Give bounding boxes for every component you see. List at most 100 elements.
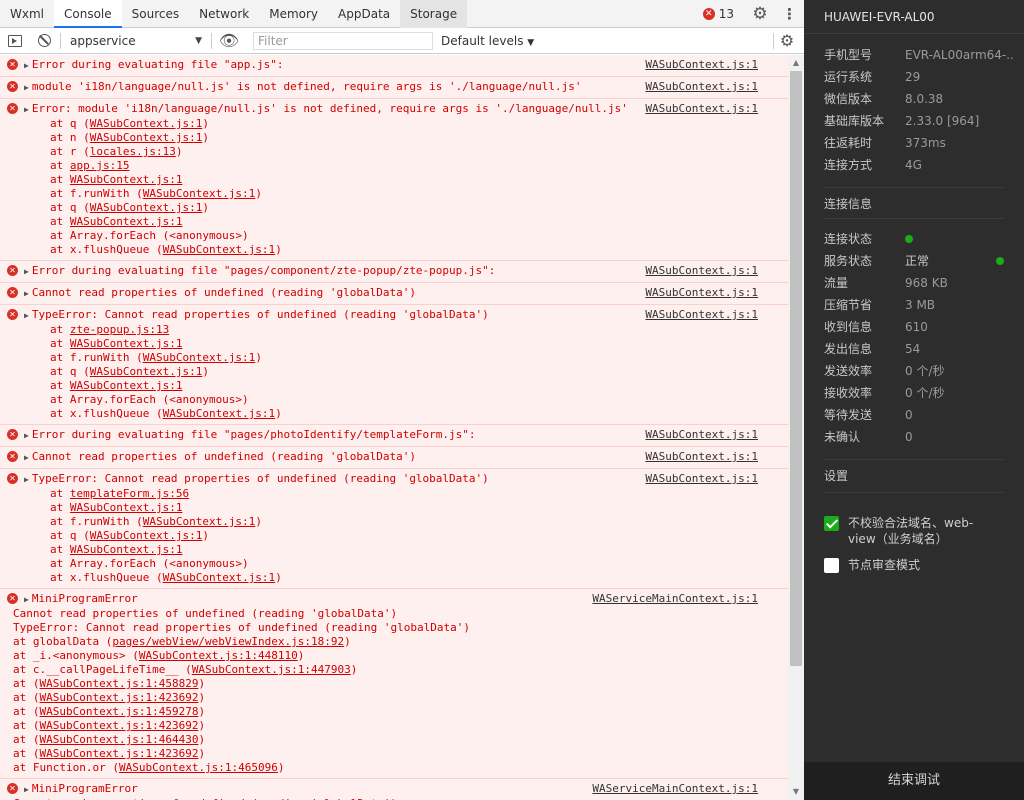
- expand-triangle-icon[interactable]: ▶: [24, 785, 29, 794]
- checkbox-checked[interactable]: [824, 516, 839, 531]
- source-link[interactable]: WASubContext.js:1: [90, 529, 203, 542]
- checkbox-unchecked[interactable]: [824, 558, 839, 573]
- info-key: 发送效率: [824, 364, 873, 378]
- scroll-up-arrow-icon[interactable]: ▲: [788, 55, 804, 71]
- console-error-entry[interactable]: ✕ ▶ Error during evaluating file "pages/co…: [0, 261, 788, 283]
- stack-trace: at templateForm.js:56 at WASubContext.js:…: [24, 487, 742, 585]
- expand-triangle-icon[interactable]: ▶: [24, 453, 29, 462]
- error-icon: ✕: [7, 783, 18, 794]
- console-error-entry[interactable]: ✕ ▶ Cannot read properties of undefined (r…: [0, 447, 788, 469]
- console-error-entry[interactable]: ✕ ▶ Error during evaluating file "app.js":…: [0, 55, 788, 77]
- console-error-entry[interactable]: ✕ ▶ Cannot read properties of undefined (r…: [0, 283, 788, 305]
- console-error-entry[interactable]: ✕ ▶ TypeError: Cannot read properties of u…: [0, 469, 788, 589]
- error-source-link[interactable]: WASubContext.js:1: [645, 102, 758, 116]
- info-key: 压缩节省: [824, 298, 873, 312]
- error-source-link[interactable]: WASubContext.js:1: [645, 428, 758, 442]
- source-link[interactable]: WASubContext.js:1:458829: [40, 677, 199, 690]
- console-settings-gear-icon[interactable]: ⚙: [778, 31, 796, 51]
- tab-console[interactable]: Console: [54, 0, 122, 28]
- source-link[interactable]: WASubContext.js:1:447903: [192, 663, 351, 676]
- source-link[interactable]: WASubContext.js:1:423692: [40, 719, 199, 732]
- error-source-link[interactable]: WASubContext.js:1: [645, 472, 758, 486]
- console-error-entry[interactable]: ✕ ▶ Error during evaluating file "pages/ph…: [0, 425, 788, 447]
- source-link[interactable]: WASubContext.js:1: [90, 201, 203, 214]
- stack-trace: Cannot read properties of undefined (rea…: [13, 607, 742, 775]
- scrollbar-thumb[interactable]: [790, 71, 802, 666]
- error-message: ▶ Error: module 'i18n/language/null.js' i…: [24, 102, 742, 117]
- source-link[interactable]: WASubContext.js:1: [143, 351, 256, 364]
- error-source-link[interactable]: WAServiceMainContext.js:1: [592, 592, 758, 606]
- error-source-link[interactable]: WASubContext.js:1: [645, 286, 758, 300]
- error-text: Error during evaluating file "pages/comp…: [31, 264, 496, 277]
- source-link[interactable]: WASubContext.js:1: [70, 337, 183, 350]
- error-count: 13: [718, 7, 734, 21]
- expand-triangle-icon[interactable]: ▶: [24, 595, 29, 604]
- expand-triangle-icon[interactable]: ▶: [24, 105, 29, 114]
- stack-line: at q (WASubContext.js:1): [50, 201, 209, 214]
- error-source-link[interactable]: WASubContext.js:1: [645, 450, 758, 464]
- console-error-entry[interactable]: ✕ ▶ MiniProgramError WAServiceMainContext.j…: [0, 779, 788, 800]
- source-link[interactable]: WASubContext.js:1: [70, 501, 183, 514]
- error-source-link[interactable]: WASubContext.js:1: [645, 80, 758, 94]
- stack-line: at WASubContext.js:1: [50, 215, 183, 228]
- settings-gear-icon[interactable]: ⚙: [751, 4, 769, 24]
- tab-memory[interactable]: Memory: [259, 0, 328, 28]
- scroll-down-arrow-icon[interactable]: ▼: [788, 784, 804, 800]
- source-link[interactable]: WASubContext.js:1: [163, 407, 276, 420]
- filter-input[interactable]: [253, 32, 433, 50]
- source-link[interactable]: WASubContext.js:1: [143, 515, 256, 528]
- tab-wxml[interactable]: Wxml: [0, 0, 54, 28]
- tab-storage[interactable]: Storage: [400, 0, 468, 28]
- source-link[interactable]: WASubContext.js:1:464430: [40, 733, 199, 746]
- clear-console-icon[interactable]: [34, 31, 54, 51]
- source-link[interactable]: WASubContext.js:1: [90, 131, 203, 144]
- expand-triangle-icon[interactable]: ▶: [24, 431, 29, 440]
- context-selector[interactable]: appservice ▼: [66, 32, 206, 50]
- error-counter[interactable]: ✕ 13: [702, 6, 734, 22]
- console-error-entry[interactable]: ✕ ▶ Error: module 'i18n/language/null.js' …: [0, 99, 788, 261]
- stop-debug-button[interactable]: 结束调试: [804, 762, 1024, 800]
- expand-triangle-icon[interactable]: ▶: [24, 311, 29, 320]
- more-options-icon[interactable]: ⋮: [782, 4, 797, 24]
- source-link[interactable]: WASubContext.js:1: [70, 543, 183, 556]
- console-error-entry[interactable]: ✕ ▶ TypeError: Cannot read properties of u…: [0, 305, 788, 425]
- source-link[interactable]: WASubContext.js:1:448110: [139, 649, 298, 662]
- source-link[interactable]: WASubContext.js:1: [163, 571, 276, 584]
- source-link[interactable]: zte-popup.js:13: [70, 323, 169, 336]
- source-link[interactable]: WASubContext.js:1: [70, 379, 183, 392]
- show-sidebar-icon[interactable]: [6, 31, 24, 51]
- source-link[interactable]: pages/webView/webViewIndex.js:18:92: [112, 635, 344, 648]
- source-link[interactable]: WASubContext.js:1:423692: [40, 691, 199, 704]
- log-levels-dropdown[interactable]: Default levels ▼: [441, 32, 534, 50]
- source-link[interactable]: WASubContext.js:1: [90, 117, 203, 130]
- error-icon: ✕: [7, 59, 18, 70]
- expand-triangle-icon[interactable]: ▶: [24, 289, 29, 298]
- source-link[interactable]: templateForm.js:56: [70, 487, 189, 500]
- source-link[interactable]: WASubContext.js:1:465096: [119, 761, 278, 774]
- source-link[interactable]: WASubContext.js:1: [163, 243, 276, 256]
- source-link[interactable]: WASubContext.js:1: [70, 215, 183, 228]
- error-source-link[interactable]: WAServiceMainContext.js:1: [592, 782, 758, 796]
- expand-triangle-icon[interactable]: ▶: [24, 83, 29, 92]
- source-link[interactable]: app.js:15: [70, 159, 130, 172]
- tab-network[interactable]: Network: [189, 0, 259, 28]
- tab-sources[interactable]: Sources: [122, 0, 189, 28]
- source-link[interactable]: locales.js:13: [90, 145, 176, 158]
- console-error-entry[interactable]: ✕ ▶ module 'i18n/language/null.js' is not …: [0, 77, 788, 99]
- error-source-link[interactable]: WASubContext.js:1: [645, 58, 758, 72]
- source-link[interactable]: WASubContext.js:1:423692: [40, 747, 199, 760]
- source-link[interactable]: WASubContext.js:1: [90, 365, 203, 378]
- expand-triangle-icon[interactable]: ▶: [24, 475, 29, 484]
- tab-appdata[interactable]: AppData: [328, 0, 400, 28]
- error-icon: ✕: [702, 8, 715, 20]
- console-scrollbar[interactable]: ▲ ▼: [788, 55, 804, 800]
- source-link[interactable]: WASubContext.js:1:459278: [40, 705, 199, 718]
- error-source-link[interactable]: WASubContext.js:1: [645, 264, 758, 278]
- source-link[interactable]: WASubContext.js:1: [70, 173, 183, 186]
- source-link[interactable]: WASubContext.js:1: [143, 187, 256, 200]
- console-error-entry[interactable]: ✕ ▶ MiniProgramError WAServiceMainContext.j…: [0, 589, 788, 779]
- expand-triangle-icon[interactable]: ▶: [24, 61, 29, 70]
- error-source-link[interactable]: WASubContext.js:1: [645, 308, 758, 322]
- live-expression-eye-icon[interactable]: 👁: [218, 31, 240, 51]
- expand-triangle-icon[interactable]: ▶: [24, 267, 29, 276]
